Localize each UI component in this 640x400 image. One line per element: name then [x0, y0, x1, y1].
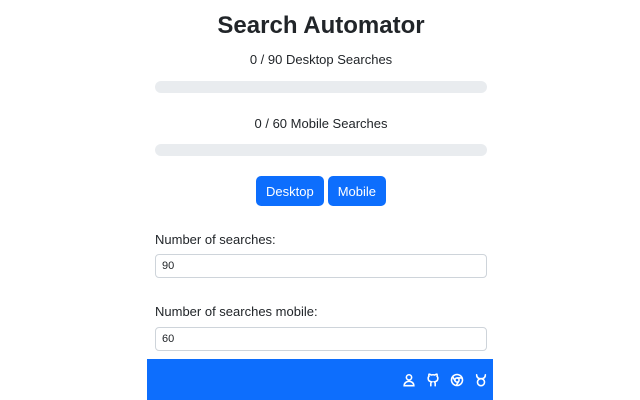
- account-icon[interactable]: [401, 372, 417, 388]
- desktop-progress-bar: [155, 81, 487, 93]
- mobile-search-counter: 0 / 60 Mobile Searches: [254, 116, 388, 131]
- mobile-button[interactable]: Mobile: [327, 176, 386, 206]
- page-title: Search Automator: [217, 12, 425, 39]
- github-icon[interactable]: [425, 372, 441, 388]
- mobile-searches-label: Number of searches mobile:: [155, 304, 318, 319]
- footer-bar: [147, 359, 493, 400]
- taurus-icon[interactable]: [473, 372, 489, 388]
- desktop-search-counter: 0 / 90 Desktop Searches: [249, 52, 393, 67]
- desktop-searches-label: Number of searches:: [155, 232, 276, 247]
- desktop-searches-input[interactable]: [155, 254, 487, 278]
- extension-popup: Search Automator 0 / 90 Desktop Searches…: [0, 0, 640, 400]
- chrome-icon[interactable]: [449, 372, 465, 388]
- desktop-button[interactable]: Desktop: [256, 176, 324, 206]
- action-buttons: Desktop Mobile: [155, 176, 487, 206]
- mobile-progress-bar: [155, 144, 487, 156]
- mobile-searches-input[interactable]: [155, 327, 487, 351]
